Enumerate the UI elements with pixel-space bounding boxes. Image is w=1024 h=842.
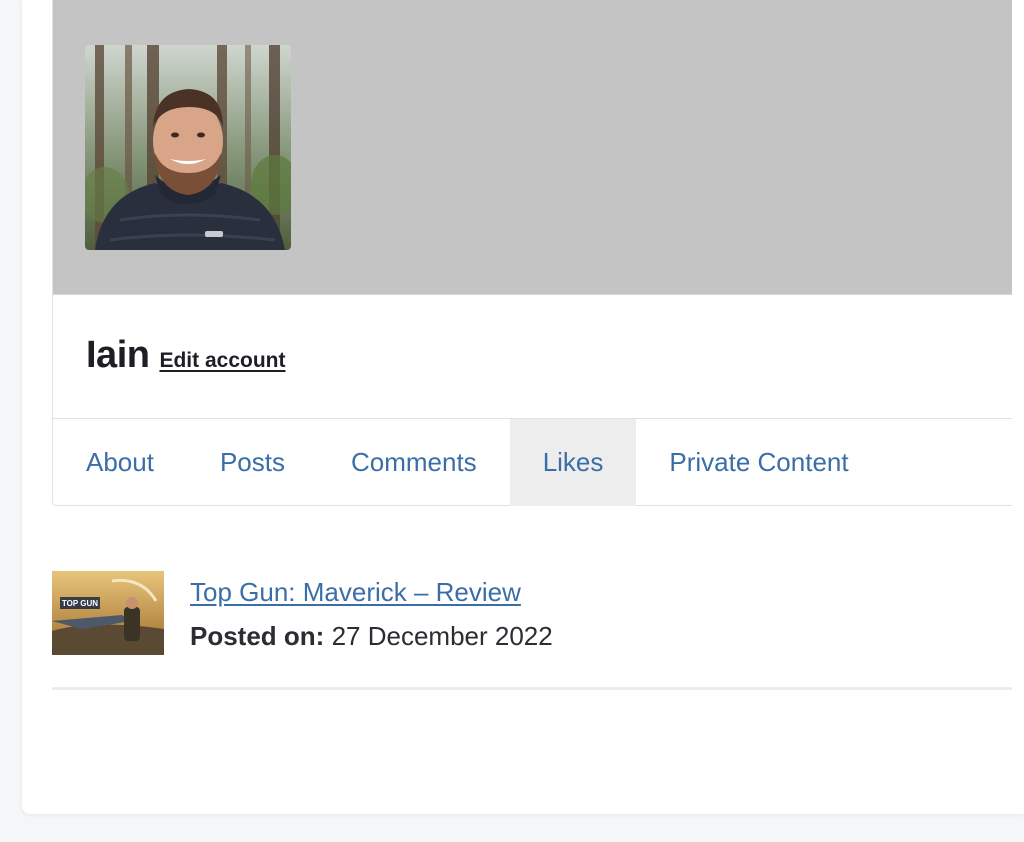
edit-account-link[interactable]: Edit account: [159, 349, 285, 373]
profile-tabs: About Posts Comments Likes Private Conte…: [53, 418, 1012, 506]
post-title-link[interactable]: Top Gun: Maverick – Review: [190, 577, 521, 608]
tab-posts[interactable]: Posts: [187, 419, 318, 506]
tab-private-content[interactable]: Private Content: [636, 419, 881, 506]
posted-date: 27 December 2022: [331, 621, 553, 651]
name-row: Iain Edit account: [86, 334, 285, 377]
avatar[interactable]: [85, 45, 291, 250]
thumbnail-logo-text: TOP GUN: [62, 599, 98, 608]
post-meta: Posted on: 27 December 2022: [190, 621, 553, 652]
posted-on-label: Posted on:: [190, 621, 325, 651]
post-thumbnail-image: TOP GUN: [52, 571, 164, 655]
post-thumbnail[interactable]: TOP GUN: [52, 571, 164, 655]
profile-header: Iain Edit account About Posts Comments L…: [52, 0, 1012, 506]
display-name: Iain: [86, 334, 150, 376]
avatar-image: [85, 45, 291, 250]
list-item: TOP GUN Top Gun: Maverick – Review Poste…: [52, 571, 1012, 690]
tab-about[interactable]: About: [53, 419, 187, 506]
tab-likes[interactable]: Likes: [509, 419, 637, 506]
tab-comments[interactable]: Comments: [318, 419, 510, 506]
